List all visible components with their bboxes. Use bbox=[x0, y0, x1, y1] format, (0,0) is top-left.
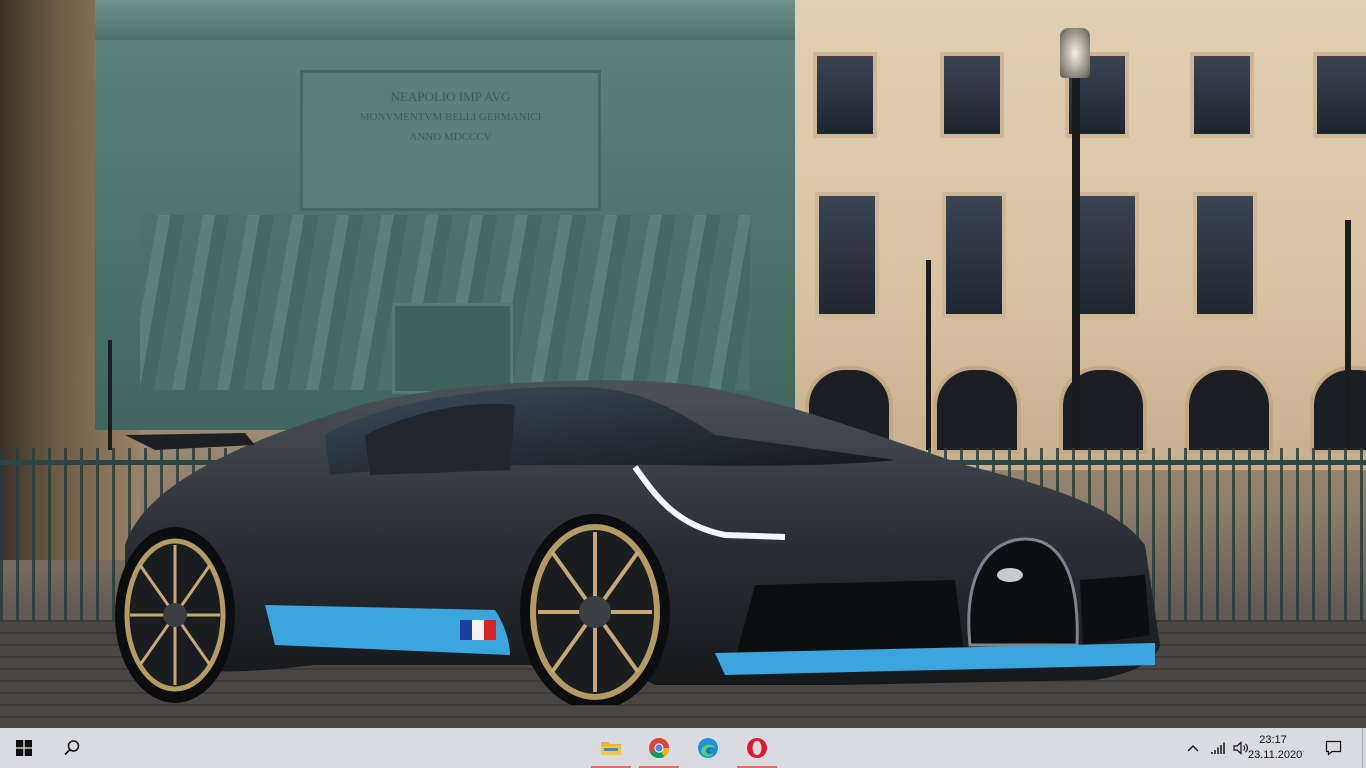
chevron-up-icon bbox=[1187, 745, 1199, 752]
building-window bbox=[942, 192, 1006, 318]
folder-icon bbox=[601, 742, 621, 755]
building-window bbox=[813, 52, 877, 138]
tray-network[interactable] bbox=[1207, 728, 1229, 768]
opera-icon bbox=[747, 738, 767, 758]
street-lamp bbox=[108, 340, 112, 450]
sports-car bbox=[115, 380, 1160, 705]
building-arch bbox=[1185, 366, 1273, 454]
inscription-line: NEAPOLIO IMP AVG bbox=[390, 89, 511, 104]
building-window bbox=[1193, 192, 1257, 318]
start-button[interactable] bbox=[0, 728, 48, 768]
monument-cornice bbox=[95, 0, 795, 40]
building-arch bbox=[1310, 366, 1366, 454]
lamp-light bbox=[1060, 28, 1090, 78]
notification-icon bbox=[1325, 740, 1341, 756]
windows-logo-icon bbox=[16, 740, 32, 756]
taskbar-app-edge[interactable] bbox=[684, 728, 732, 768]
taskbar-app-opera[interactable] bbox=[733, 728, 781, 768]
taskbar-app-file-explorer[interactable] bbox=[587, 728, 635, 768]
edge-icon bbox=[698, 738, 718, 758]
monument-inscription: NEAPOLIO IMP AVG MONVMENTVM BELLI GERMAN… bbox=[300, 70, 601, 211]
clock-date: 23.11.2020 bbox=[1248, 749, 1303, 761]
desktop-wallpaper[interactable]: NEAPOLIO IMP AVG MONVMENTVM BELLI GERMAN… bbox=[0, 0, 1366, 728]
building-window bbox=[1075, 192, 1139, 318]
building-window bbox=[815, 192, 879, 318]
street-lamp bbox=[1345, 220, 1351, 450]
clock-time: 23:17 bbox=[1259, 734, 1287, 746]
search-button[interactable] bbox=[48, 728, 96, 768]
search-icon bbox=[64, 740, 80, 756]
building-window bbox=[1313, 52, 1366, 138]
wifi-icon bbox=[1211, 742, 1225, 754]
building-window bbox=[1190, 52, 1254, 138]
inscription-line: MONVMENTVM BELLI GERMANICI bbox=[359, 111, 542, 123]
tray-notifications[interactable] bbox=[1322, 728, 1344, 768]
taskbar-app-chrome[interactable] bbox=[635, 728, 683, 768]
show-desktop-button[interactable] bbox=[1362, 728, 1366, 768]
tray-chevron[interactable] bbox=[1182, 728, 1204, 768]
tray-clock[interactable]: 23:17 23.11.2020 bbox=[1248, 728, 1303, 768]
chrome-icon bbox=[649, 738, 670, 759]
taskbar: 23:17 23.11.2020 bbox=[0, 728, 1366, 768]
speaker-icon bbox=[1233, 741, 1248, 755]
inscription-line: ANNO MDCCCV bbox=[409, 131, 492, 143]
building-window bbox=[940, 52, 1004, 138]
